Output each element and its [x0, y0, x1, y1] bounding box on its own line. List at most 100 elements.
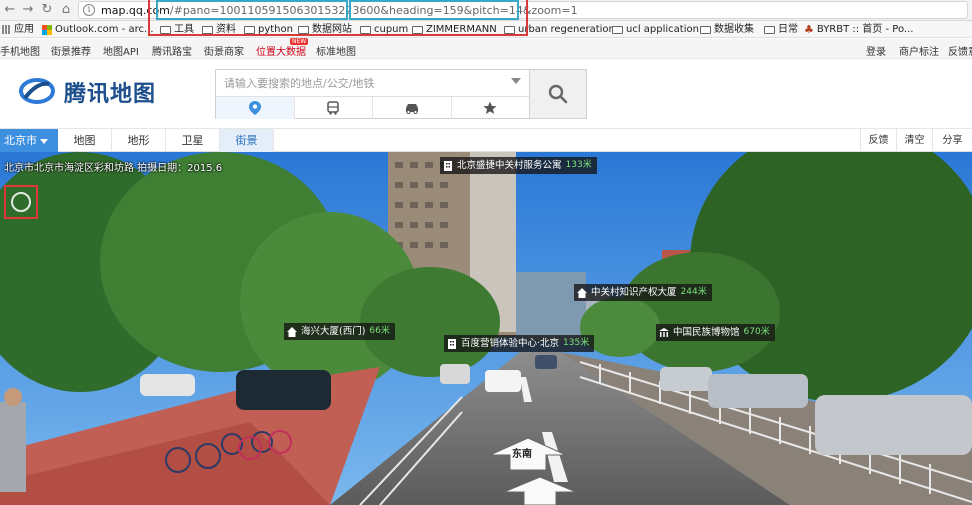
location-pin-icon	[248, 101, 261, 115]
travel-mode-tabs	[216, 97, 529, 119]
poi-name: 中关村知识产权大厦	[591, 287, 677, 298]
top-links-bar: 手机地图 街景推荐 地图API 腾讯路宝 街景商家 位置大数据 NEW 标准地图…	[0, 38, 972, 59]
link-merchant-mark[interactable]: 商户标注	[899, 43, 939, 58]
bookmark-label: 工具	[174, 24, 194, 35]
mode-favorite[interactable]	[452, 97, 530, 119]
house-icon	[577, 287, 587, 298]
compass-control[interactable]	[4, 185, 38, 219]
link-lubao[interactable]: 腾讯路宝	[152, 43, 192, 58]
compass-icon	[11, 192, 31, 212]
map-toolbar: 北京市 地图 地形 卫星 街景 反馈 清空 分享	[0, 128, 972, 152]
mode-bus[interactable]	[295, 97, 373, 119]
panorama-image	[0, 152, 972, 505]
tab-map[interactable]: 地图	[58, 129, 112, 152]
folder-icon	[160, 25, 171, 34]
streetview-panorama[interactable]: 北京市北京市海淀区彩和坊路 拍摄日期：2015.6 北京盛捷中关村服务公寓 133…	[0, 152, 972, 505]
folder-icon	[700, 25, 711, 34]
forward-arrow-icon[interactable]: →	[20, 2, 36, 18]
search-button[interactable]	[530, 69, 587, 119]
tab-satellite[interactable]: 卫星	[166, 129, 220, 152]
folder-icon	[244, 25, 255, 34]
direction-arrow-label[interactable]: 东南	[512, 445, 532, 460]
chevron-down-icon	[40, 138, 48, 144]
mode-location[interactable]	[216, 97, 295, 119]
bookmark-label: 应用	[14, 24, 34, 35]
link-standard-map[interactable]: 标准地图	[316, 43, 356, 58]
share-button[interactable]: 分享	[932, 129, 972, 152]
bookmark-folder[interactable]: urban regeneration	[504, 23, 615, 36]
poi-name: 百度营销体验中心·北京	[461, 338, 560, 349]
url-text[interactable]: map.qq.com/#pano=10011059150630153223600…	[101, 4, 578, 17]
car-icon	[405, 104, 418, 114]
bookmark-folder[interactable]: python	[244, 23, 293, 36]
search-box	[215, 69, 530, 119]
search-icon	[548, 84, 568, 104]
bookmark-label: cupum	[374, 24, 409, 35]
poi-label[interactable]: 北京盛捷中关村服务公寓 133米	[440, 157, 597, 174]
bookmark-folder[interactable]: 数据网站	[298, 23, 352, 36]
bookmark-folder[interactable]: ZIMMERMANN	[412, 23, 497, 36]
feedback-button[interactable]: 反馈	[860, 129, 896, 152]
tab-streetview[interactable]: 街景	[220, 129, 274, 152]
folder-icon	[298, 25, 309, 34]
poi-label[interactable]: 百度营销体验中心·北京 135米	[444, 335, 595, 352]
poi-distance: 66米	[369, 326, 390, 336]
link-location-bigdata[interactable]: 位置大数据	[256, 43, 306, 58]
city-selector[interactable]: 北京市	[0, 129, 58, 152]
mode-car[interactable]	[373, 97, 452, 119]
tab-terrain[interactable]: 地形	[112, 129, 166, 152]
chevron-down-icon[interactable]	[511, 78, 521, 84]
poi-label[interactable]: 中关村知识产权大厦 244米	[574, 284, 712, 301]
poi-name: 海兴大厦(西门)	[301, 326, 366, 337]
bookmark-folder[interactable]: cupum	[360, 23, 408, 36]
url-host: map.qq.com	[101, 4, 170, 17]
bookmark-label: BYRBT :: 首页 - Po...	[816, 24, 914, 35]
link-streetview-recommend[interactable]: 街景推荐	[51, 43, 91, 58]
link-mobile-map[interactable]: 手机地图	[0, 43, 40, 58]
bookmark-apps[interactable]: 应用	[2, 23, 34, 36]
bookmark-folder[interactable]: 资料	[202, 23, 236, 36]
building-icon	[444, 160, 452, 171]
bookmark-byrbt[interactable]: ♣ BYRBT :: 首页 - Po...	[804, 23, 913, 36]
link-feedback[interactable]: 反馈意	[948, 43, 972, 58]
tencent-map-logo-icon[interactable]	[19, 78, 55, 104]
building-icon	[448, 338, 456, 349]
poi-distance: 135米	[563, 338, 590, 348]
byrbt-icon: ♣	[804, 23, 814, 36]
link-streetview-merchant[interactable]: 街景商家	[204, 43, 244, 58]
address-bar[interactable]: i map.qq.com/#pano=100110591506301532236…	[78, 1, 968, 19]
link-login[interactable]: 登录	[866, 43, 886, 58]
bookmark-folder[interactable]: ucl application	[612, 23, 699, 36]
folder-icon	[764, 25, 775, 34]
home-icon[interactable]: ⌂	[58, 2, 74, 18]
house-icon	[287, 326, 297, 337]
logo-text[interactable]: 腾讯地图	[64, 76, 156, 108]
bookmark-outlook[interactable]: Outlook.com - arc...	[42, 23, 154, 36]
bookmarks-bar: 应用 Outlook.com - arc... 工具 资料 python 数据网…	[0, 21, 972, 38]
poi-label[interactable]: 中国民族博物馆 670米	[656, 324, 775, 341]
poi-name: 北京盛捷中关村服务公寓	[457, 160, 562, 171]
new-badge: NEW	[290, 38, 309, 45]
bookmark-label: 资料	[216, 24, 236, 35]
poi-distance: 133米	[565, 160, 592, 170]
bookmark-folder[interactable]: 日常	[764, 23, 798, 36]
link-map-api[interactable]: 地图API	[103, 43, 139, 58]
url-path: /#pano=10011059150630153223600&heading=1…	[169, 4, 578, 17]
folder-icon	[612, 25, 623, 34]
folder-icon	[412, 25, 423, 34]
clear-button[interactable]: 清空	[896, 129, 932, 152]
city-name: 北京市	[4, 134, 37, 147]
browser-toolbar: ← → ↻ ⌂ i map.qq.com/#pano=1001105915063…	[0, 0, 972, 21]
poi-label[interactable]: 海兴大厦(西门) 66米	[284, 323, 395, 340]
bookmark-folder[interactable]: 数据收集	[700, 23, 754, 36]
info-icon[interactable]: i	[83, 4, 95, 16]
bookmark-label: python	[258, 24, 293, 35]
bookmark-label: 日常	[778, 24, 798, 35]
folder-icon	[504, 25, 515, 34]
search-input[interactable]	[216, 70, 529, 97]
reload-icon[interactable]: ↻	[39, 2, 55, 18]
back-arrow-icon[interactable]: ←	[2, 2, 18, 18]
folder-icon	[202, 25, 213, 34]
bookmark-folder[interactable]: 工具	[160, 23, 194, 36]
bookmark-label: 数据网站	[312, 24, 352, 35]
